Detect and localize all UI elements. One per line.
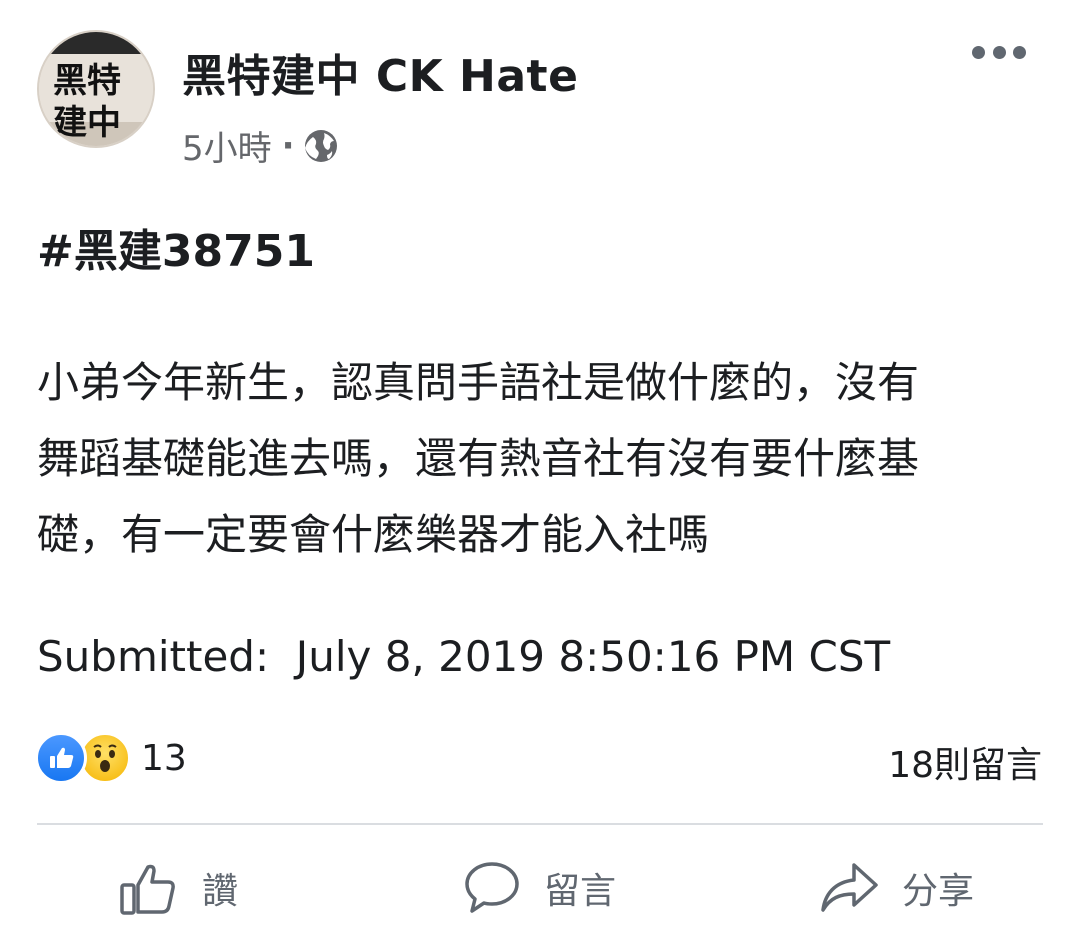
svg-text:黑特: 黑特 (53, 61, 121, 101)
like-button[interactable]: 讚 (118, 852, 238, 924)
avatar-logo-image: 黑特 建中 (39, 32, 153, 146)
more-dot (992, 45, 1006, 59)
post-text-line: 小弟今年新生，認真問手語社是做什麼的，沒有 (37, 358, 920, 407)
meta-separator: · (281, 125, 295, 166)
comment-bubble-icon (465, 862, 519, 913)
thumbs-up-icon (120, 864, 175, 915)
more-dot (972, 45, 985, 59)
like-reaction-icon (35, 732, 87, 784)
globe-icon (304, 129, 337, 162)
share-arrow-icon (821, 863, 878, 912)
comment-button[interactable]: 留言 (462, 852, 616, 924)
more-dot (1013, 45, 1026, 59)
facebook-post: 黑特 建中 黑特建中 CK Hate 5小時 · #黑建38751 小弟今年新生… (0, 0, 1080, 935)
post-meta: 5小時 · (182, 121, 339, 170)
comment-count-link[interactable]: 18則留言 (888, 736, 1042, 788)
svg-text:建中: 建中 (53, 103, 121, 143)
post-text-line: 舞蹈基礎能進去嗎，還有熱音社有沒有要什麼基 (37, 434, 920, 483)
share-button[interactable]: 分享 (818, 852, 974, 924)
post-time[interactable]: 5小時 (182, 121, 272, 170)
post-content: 小弟今年新生，認真問手語社是做什麼的，沒有 舞蹈基礎能進去嗎，還有熱音社有沒有要… (37, 345, 1047, 573)
reaction-count: 13 (141, 737, 187, 779)
page-name[interactable]: 黑特建中 CK Hate (182, 40, 578, 104)
more-options-button[interactable] (972, 38, 1026, 66)
post-text-line: 礎，有一定要會什麼樂器才能入社嗎 (37, 510, 710, 559)
divider (37, 823, 1043, 825)
post-hashtag[interactable]: #黑建38751 (37, 215, 315, 279)
like-label: 讚 (202, 871, 239, 912)
share-label: 分享 (902, 871, 975, 912)
submitted-timestamp: Submitted: July 8, 2019 8:50:16 PM CST (37, 632, 891, 681)
page-avatar[interactable]: 黑特 建中 (37, 30, 155, 148)
comment-label: 留言 (544, 871, 617, 912)
reactions-summary[interactable]: 13 (35, 730, 187, 786)
